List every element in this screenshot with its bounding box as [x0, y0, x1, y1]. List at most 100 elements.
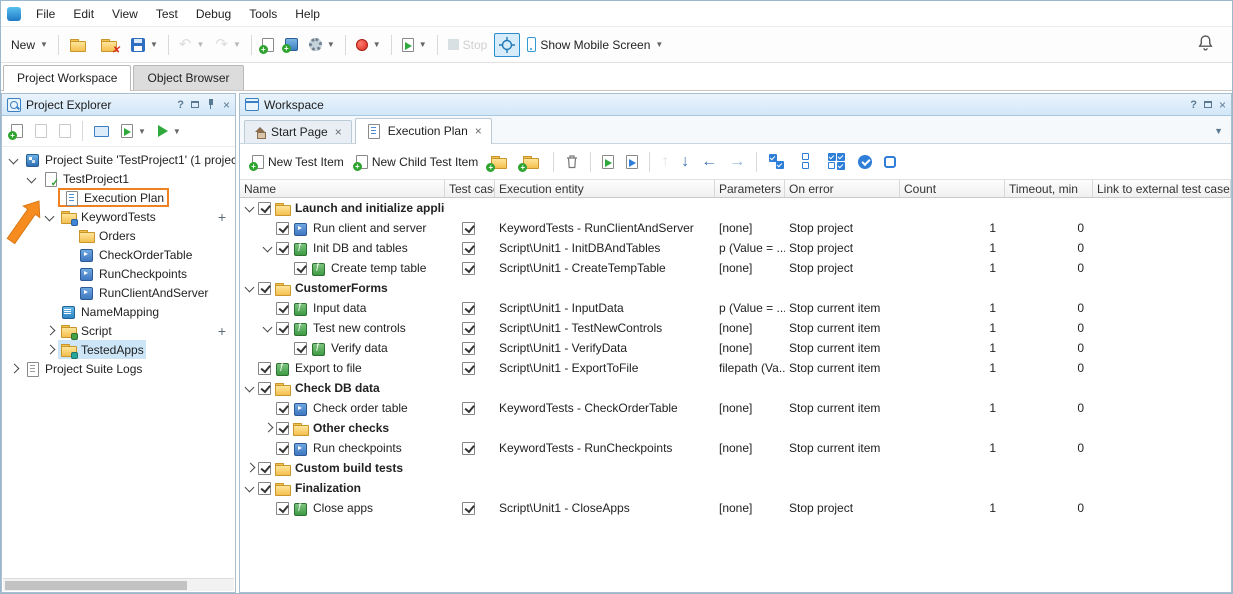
test-item-row[interactable]: Test new controlsScript\Unit1 - TestNewC… [240, 318, 1231, 338]
menu-help[interactable]: Help [286, 2, 329, 26]
test-case-checkbox[interactable] [462, 302, 475, 315]
show-mobile-screen-button[interactable]: Show Mobile Screen▼ [523, 34, 667, 55]
new-file-button[interactable] [31, 121, 51, 141]
expand-icon[interactable] [42, 323, 58, 339]
column-header-name[interactable]: Name [240, 180, 445, 197]
options-button[interactable]: ▼ [305, 35, 339, 54]
duplicate-item-button[interactable] [55, 121, 75, 141]
collapse-icon[interactable] [6, 152, 22, 168]
move-up-button[interactable]: ↑ [657, 151, 673, 173]
add-existing-item-button[interactable]: + [281, 35, 302, 54]
menu-debug[interactable]: Debug [187, 2, 240, 26]
run-button[interactable]: ▼ [398, 35, 431, 55]
tab-object-browser[interactable]: Object Browser [133, 65, 243, 90]
test-case-checkbox[interactable] [462, 502, 475, 515]
tab-list-dropdown-icon[interactable]: ▼ [1214, 126, 1223, 136]
test-case-checkbox[interactable] [462, 362, 475, 375]
test-item-row[interactable]: Verify dataScript\Unit1 - VerifyData[non… [240, 338, 1231, 358]
collapse-icon[interactable] [42, 209, 58, 225]
collapse-icon[interactable] [260, 240, 276, 256]
add-icon[interactable]: + [218, 325, 226, 337]
open-project-button[interactable] [65, 34, 93, 55]
enabled-checkbox[interactable] [276, 302, 289, 315]
tree-item-runclientandserver[interactable]: RunClientAndServer [2, 283, 235, 302]
group-row[interactable]: CustomerForms [240, 278, 1231, 298]
enabled-checkbox[interactable] [294, 262, 307, 275]
show-execution-plan-button[interactable] [90, 123, 113, 140]
test-item-row[interactable]: Input dataScript\Unit1 - InputDatap (Val… [240, 298, 1231, 318]
test-case-checkbox[interactable] [462, 342, 475, 355]
group-row[interactable]: Custom build tests [240, 458, 1231, 478]
menu-edit[interactable]: Edit [64, 2, 103, 26]
tab-project-workspace[interactable]: Project Workspace [3, 65, 131, 91]
collapse-icon[interactable] [24, 171, 40, 187]
column-header-timeout-min[interactable]: Timeout, min [1005, 180, 1093, 197]
tree-item-project-suite-logs[interactable]: Project Suite Logs [2, 359, 235, 378]
tree-item-testproject1[interactable]: TestProject1 [2, 169, 235, 188]
save-all-button[interactable]: ▼ [127, 35, 162, 55]
run-focused-item-button[interactable] [598, 152, 618, 172]
chevron-down-icon[interactable]: ▼ [138, 127, 146, 136]
chevron-down-icon[interactable]: ▼ [173, 127, 181, 136]
float-panel-icon[interactable] [191, 101, 199, 108]
close-project-button[interactable]: ✕ [96, 34, 124, 55]
test-case-checkbox[interactable] [462, 442, 475, 455]
close-tab-icon[interactable]: × [335, 127, 342, 137]
close-panel-icon[interactable]: × [223, 100, 230, 110]
expand-icon[interactable] [260, 420, 276, 436]
tab-execution-plan[interactable]: Execution Plan × [355, 118, 492, 144]
enabled-checkbox[interactable] [276, 502, 289, 515]
test-case-checkbox[interactable] [462, 262, 475, 275]
group-row[interactable]: Other checks [240, 418, 1231, 438]
new-child-test-item-button[interactable]: +New Child Test Item [352, 152, 482, 172]
collapse-icon[interactable] [242, 380, 258, 396]
menu-test[interactable]: Test [147, 2, 187, 26]
expand-icon[interactable] [6, 361, 22, 377]
test-item-row[interactable]: Create temp tableScript\Unit1 - CreateTe… [240, 258, 1231, 278]
test-case-checkbox[interactable] [462, 402, 475, 415]
chevron-down-icon[interactable]: ▼ [419, 40, 427, 49]
chevron-down-icon[interactable]: ▼ [373, 40, 381, 49]
enabled-checkbox[interactable] [276, 422, 289, 435]
new-test-item-button[interactable]: +New Test Item [248, 152, 348, 172]
horizontal-scrollbar[interactable] [3, 578, 234, 591]
enabled-checkbox[interactable] [258, 202, 271, 215]
menu-tools[interactable]: Tools [240, 2, 286, 26]
test-item-row[interactable]: Check order tableKeywordTests - CheckOrd… [240, 398, 1231, 418]
chevron-down-icon[interactable]: ▼ [655, 40, 663, 49]
run-selected-test-button[interactable]: ▼ [154, 122, 185, 140]
test-case-checkbox[interactable] [462, 322, 475, 335]
new-child-group-button[interactable]: + [518, 151, 546, 172]
group-row[interactable]: Launch and initialize application [240, 198, 1231, 218]
delete-button[interactable] [561, 151, 583, 172]
expand-icon[interactable] [42, 342, 58, 358]
float-panel-icon[interactable] [1204, 101, 1212, 108]
group-row[interactable]: Finalization [240, 478, 1231, 498]
test-case-checkbox[interactable] [462, 242, 475, 255]
test-item-row[interactable]: Run client and serverKeywordTests - RunC… [240, 218, 1231, 238]
enabled-checkbox[interactable] [258, 362, 271, 375]
scrollbar-thumb[interactable] [5, 581, 187, 590]
add-new-item-button[interactable]: + [7, 121, 27, 141]
stop-button[interactable]: Stop [444, 35, 492, 55]
uncheck-all-items-button[interactable] [794, 150, 820, 173]
enabled-checkbox[interactable] [276, 322, 289, 335]
run-selected-items-button[interactable] [622, 152, 642, 172]
enabled-checkbox[interactable] [258, 482, 271, 495]
menu-view[interactable]: View [103, 2, 147, 26]
column-header-count[interactable]: Count [900, 180, 1005, 197]
mark-as-test-case-button[interactable] [854, 152, 876, 172]
column-header-parameters[interactable]: Parameters [715, 180, 785, 197]
enabled-checkbox[interactable] [276, 222, 289, 235]
expand-icon[interactable] [242, 460, 258, 476]
tree-item-namemapping[interactable]: NameMapping [2, 302, 235, 321]
pin-icon[interactable] [206, 99, 216, 110]
enabled-checkbox[interactable] [258, 462, 271, 475]
enabled-checkbox[interactable] [258, 282, 271, 295]
enabled-checkbox[interactable] [258, 382, 271, 395]
help-icon[interactable]: ? [177, 99, 184, 111]
unmark-test-case-button[interactable] [880, 153, 900, 171]
add-icon[interactable]: + [218, 211, 226, 223]
test-case-checkbox[interactable] [462, 222, 475, 235]
enabled-checkbox[interactable] [276, 442, 289, 455]
